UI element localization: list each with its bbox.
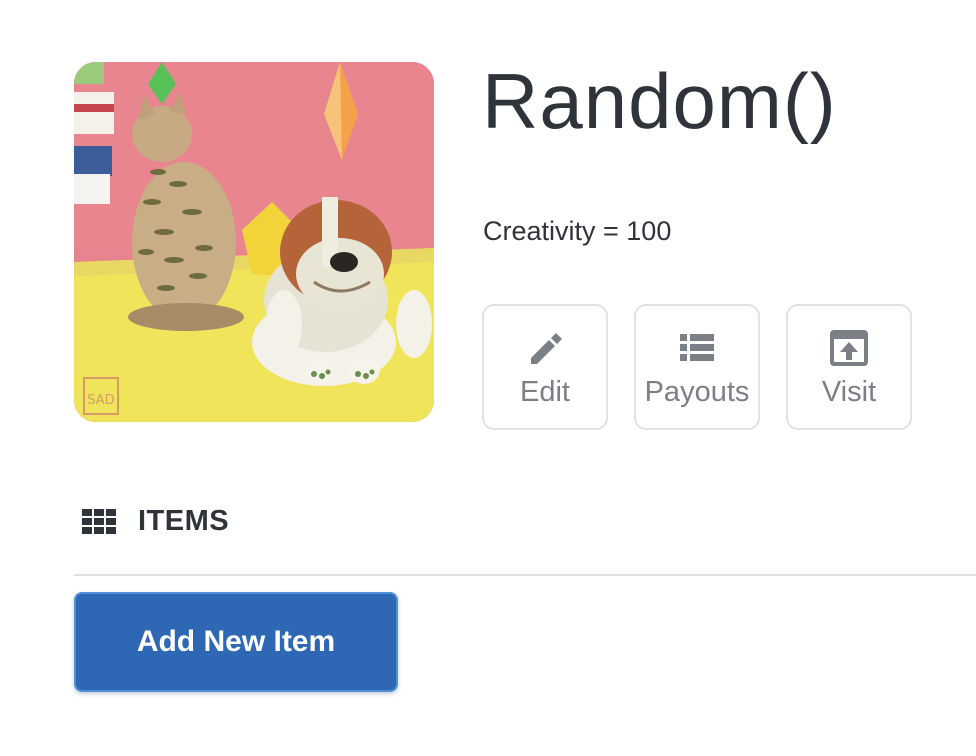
edit-button[interactable]: Edit — [482, 304, 608, 430]
edit-button-label: Edit — [520, 376, 570, 408]
store-cover-image: SAD — [74, 62, 434, 422]
payouts-button-label: Payouts — [644, 376, 750, 408]
store-page: SAD Random() Creativity = 100 Edit Payou… — [0, 0, 976, 756]
store-description: Creativity = 100 — [483, 216, 672, 246]
visit-button-label: Visit — [821, 376, 877, 408]
payouts-button[interactable]: Payouts — [634, 304, 760, 430]
add-new-item-button[interactable]: Add New Item — [74, 592, 398, 692]
pencil-icon — [484, 328, 606, 368]
watermark-text: SAD — [87, 393, 114, 408]
items-section-header: ITEMS — [82, 502, 229, 540]
visit-button[interactable]: Visit — [786, 304, 912, 430]
open-external-icon — [788, 328, 910, 368]
section-divider — [74, 574, 976, 576]
items-section-title: ITEMS — [138, 504, 230, 537]
store-title: Random() — [482, 57, 837, 145]
list-icon — [636, 328, 758, 368]
grid-icon — [82, 508, 116, 534]
